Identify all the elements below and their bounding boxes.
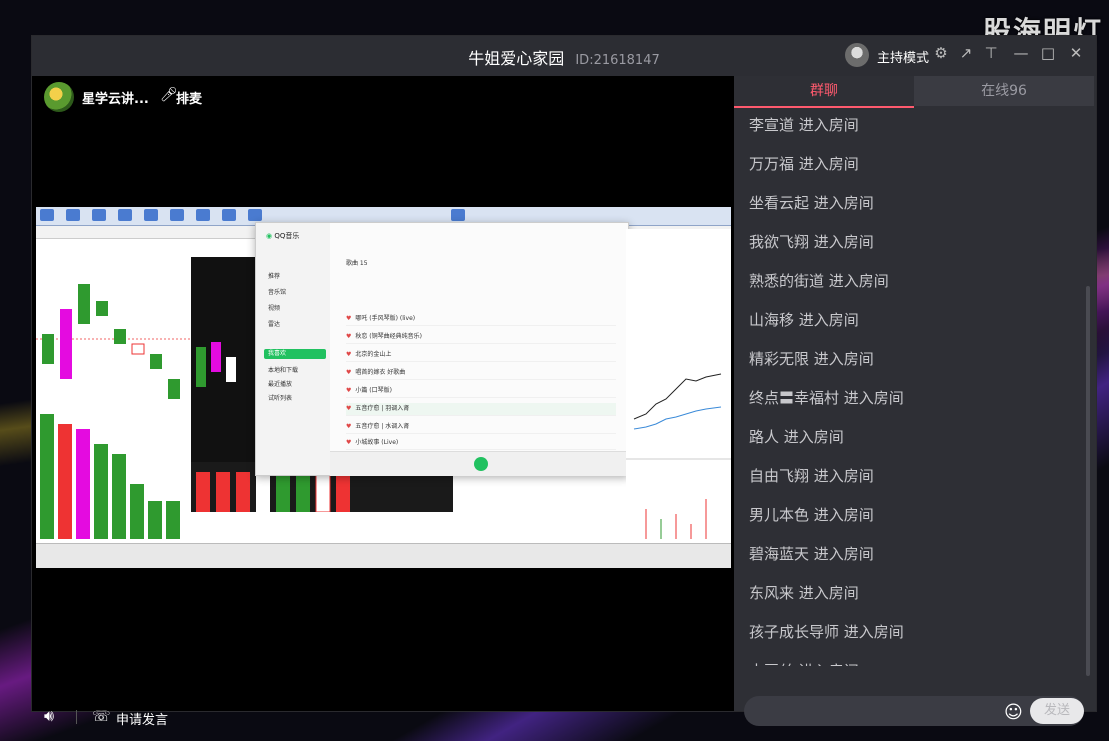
song-row[interactable]: ♥ 哪吒 (手风琴版) (live) — [346, 313, 616, 326]
candlestick-chart — [36, 239, 191, 539]
settings-icon[interactable]: ⚙ — [932, 44, 950, 62]
chat-message: 山海移 进入房间 — [749, 311, 859, 329]
video-stage: 星学云讲... 🎤︎ 排麦 ◉ QQ音乐 推荐 音乐馆 视频 雷达 我喜欢 本地… — [32, 76, 734, 698]
maximize-icon[interactable]: □ — [1039, 44, 1057, 62]
streamer-name[interactable]: 星学云讲... — [82, 88, 149, 107]
divider — [76, 710, 77, 724]
qq-side-item[interactable]: 推荐 — [268, 271, 280, 280]
streamer-avatar[interactable] — [44, 82, 74, 112]
qq-song-tab[interactable]: 歌曲 15 — [346, 258, 368, 267]
chat-tabs: 群聊 在线96 — [734, 76, 1094, 108]
share-icon[interactable]: ↗ — [957, 44, 975, 62]
qq-music-window: ◉ QQ音乐 推荐 音乐馆 视频 雷达 我喜欢 本地和下载 最近播放 试听列表 … — [255, 222, 629, 476]
qq-side-item[interactable]: 视频 — [268, 303, 280, 312]
song-row[interactable]: ♥ 秋恋 (铜琴曲经典纯音乐) — [346, 331, 616, 344]
chat-message: 男儿本色 进入房间 — [749, 506, 874, 524]
qq-side-item[interactable]: 雷达 — [268, 319, 280, 328]
chat-message: 孩子成长导师 进入房间 — [749, 623, 904, 641]
host-avatar[interactable] — [845, 43, 869, 67]
room-id: ID:21618147 — [575, 53, 660, 68]
chat-message: 自由飞翔 进入房间 — [749, 467, 874, 485]
qq-side-item[interactable]: 本地和下载 — [268, 365, 298, 374]
play-icon[interactable] — [474, 457, 488, 471]
live-room-window: 牛姐爱心家园 ID:21618147 主持模式 ⚙ ↗ ⊤ — □ ✕ 星学云讲… — [31, 35, 1097, 728]
chat-message: 坐看云起 进入房间 — [749, 194, 874, 212]
qq-side-item[interactable]: 最近播放 — [268, 379, 292, 388]
minimize-icon[interactable]: — — [1012, 44, 1030, 62]
chat-scrollbar[interactable] — [1086, 286, 1090, 676]
host-mode-label[interactable]: 主持模式 — [877, 47, 929, 66]
chat-message-list: 李宣道 进入房间 万万福 进入房间 坐看云起 进入房间 我欲飞翔 进入房间 熟悉… — [749, 106, 1079, 666]
chat-message: 李宣道 进入房间 — [749, 116, 859, 134]
send-button[interactable]: 发送 — [1030, 698, 1084, 724]
song-row[interactable]: ♥ 北京的金山上 — [346, 349, 616, 362]
song-row[interactable]: ♥ 小城故事 (Live) — [346, 437, 616, 450]
tab-online[interactable]: 在线96 — [914, 76, 1094, 106]
chat-panel: 群聊 在线96 李宣道 进入房间 万万福 进入房间 坐看云起 进入房间 我欲飞翔… — [734, 76, 1096, 726]
chat-message: 万万福 进入房间 — [749, 155, 859, 173]
qq-music-sidebar: ◉ QQ音乐 推荐 音乐馆 视频 雷达 我喜欢 本地和下载 最近播放 试听列表 — [256, 223, 330, 475]
song-row[interactable]: ♥ 五音疗愈 | 水调入肾 — [346, 421, 616, 434]
title-bar: 牛姐爱心家园 ID:21618147 主持模式 ⚙ ↗ ⊤ — □ ✕ — [32, 36, 1096, 76]
qq-music-logo: ◉ QQ音乐 — [266, 232, 300, 240]
stock-app-statusbar — [36, 543, 731, 568]
qq-side-item-active[interactable]: 我喜欢 — [264, 349, 326, 359]
room-title: 牛姐爱心家园 — [468, 49, 565, 68]
song-row[interactable]: ♥ 唱首的嫁衣 好歌曲 — [346, 367, 616, 380]
chat-message: 熟悉的街道 进入房间 — [749, 272, 889, 290]
qq-side-item[interactable]: 试听列表 — [268, 393, 292, 402]
chat-message: 土豆丝 进入房间 — [749, 652, 1079, 666]
tab-group-chat[interactable]: 群聊 — [734, 76, 914, 108]
close-icon[interactable]: ✕ — [1067, 44, 1085, 62]
intraday-chart — [626, 229, 731, 543]
song-row[interactable]: ♥ 五音疗愈 | 羽调入肾 — [346, 403, 616, 416]
phone-icon[interactable]: ☏ — [92, 707, 111, 725]
emoji-icon[interactable]: ☺ — [1004, 702, 1023, 723]
chat-message: 路人 进入房间 — [749, 428, 844, 446]
chat-message: 东风来 进入房间 — [749, 584, 859, 602]
speaker-icon[interactable]: 🔊︎ — [44, 706, 54, 726]
song-row[interactable]: ♥ 小篇 (口琴版) — [346, 385, 616, 398]
pin-icon[interactable]: ⊤ — [982, 44, 1000, 62]
apply-speak-button[interactable]: 申请发言 — [116, 709, 168, 728]
qq-side-item[interactable]: 音乐馆 — [268, 287, 286, 296]
shared-screen: ◉ QQ音乐 推荐 音乐馆 视频 雷达 我喜欢 本地和下载 最近播放 试听列表 … — [36, 207, 731, 568]
mic-queue-label[interactable]: 排麦 — [176, 88, 202, 107]
chat-message: 终点〓幸福村 进入房间 — [749, 389, 904, 407]
chat-message: 碧海蓝天 进入房间 — [749, 545, 874, 563]
chat-message: 我欲飞翔 进入房间 — [749, 233, 874, 251]
qq-player-bar — [330, 451, 627, 476]
chat-message: 精彩无限 进入房间 — [749, 350, 874, 368]
